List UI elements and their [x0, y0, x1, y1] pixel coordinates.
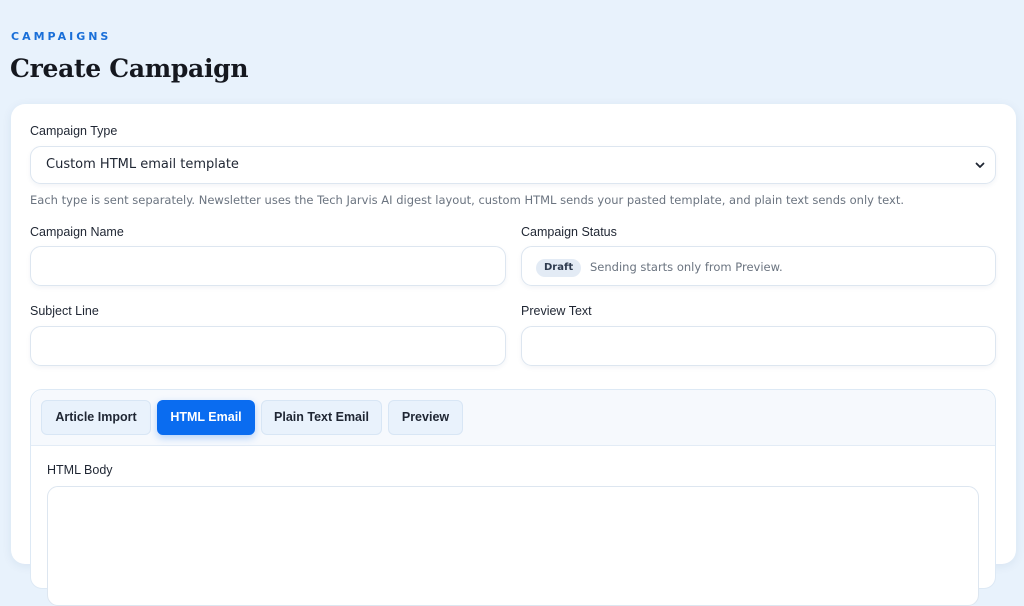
campaign-name-input[interactable]: [30, 246, 506, 286]
html-body-textarea[interactable]: [47, 486, 979, 606]
tab-preview[interactable]: Preview: [388, 400, 463, 435]
tab-html-email[interactable]: HTML Email: [157, 400, 255, 435]
subject-line-input[interactable]: [30, 326, 506, 366]
editor-tabbar: Article Import HTML Email Plain Text Ema…: [31, 390, 995, 446]
create-campaign-card: Campaign Type Custom HTML email template…: [11, 104, 1016, 606]
campaign-type-label: Campaign Type: [30, 124, 118, 138]
email-editor-panel: Article Import HTML Email Plain Text Ema…: [30, 389, 996, 606]
tab-article-import[interactable]: Article Import: [41, 400, 151, 435]
campaign-status-note: Sending starts only from Preview.: [590, 260, 783, 274]
breadcrumb-campaigns: CAMPAIGNS: [11, 30, 112, 43]
campaign-status-label: Campaign Status: [521, 225, 617, 239]
campaign-status-box: Draft Sending starts only from Preview.: [521, 246, 996, 286]
page-title: Create Campaign: [10, 54, 249, 83]
html-body-label: HTML Body: [47, 463, 113, 477]
tab-plain-text-email[interactable]: Plain Text Email: [261, 400, 382, 435]
campaign-type-helper-text: Each type is sent separately. Newsletter…: [30, 193, 904, 207]
chevron-down-icon: [975, 162, 985, 168]
preview-text-input[interactable]: [521, 326, 996, 366]
campaign-type-select[interactable]: Custom HTML email template: [30, 146, 996, 184]
preview-text-label: Preview Text: [521, 304, 592, 318]
subject-line-label: Subject Line: [30, 304, 99, 318]
campaign-name-label: Campaign Name: [30, 225, 124, 239]
status-badge: Draft: [536, 259, 582, 277]
campaign-type-selected-value: Custom HTML email template: [46, 157, 239, 172]
